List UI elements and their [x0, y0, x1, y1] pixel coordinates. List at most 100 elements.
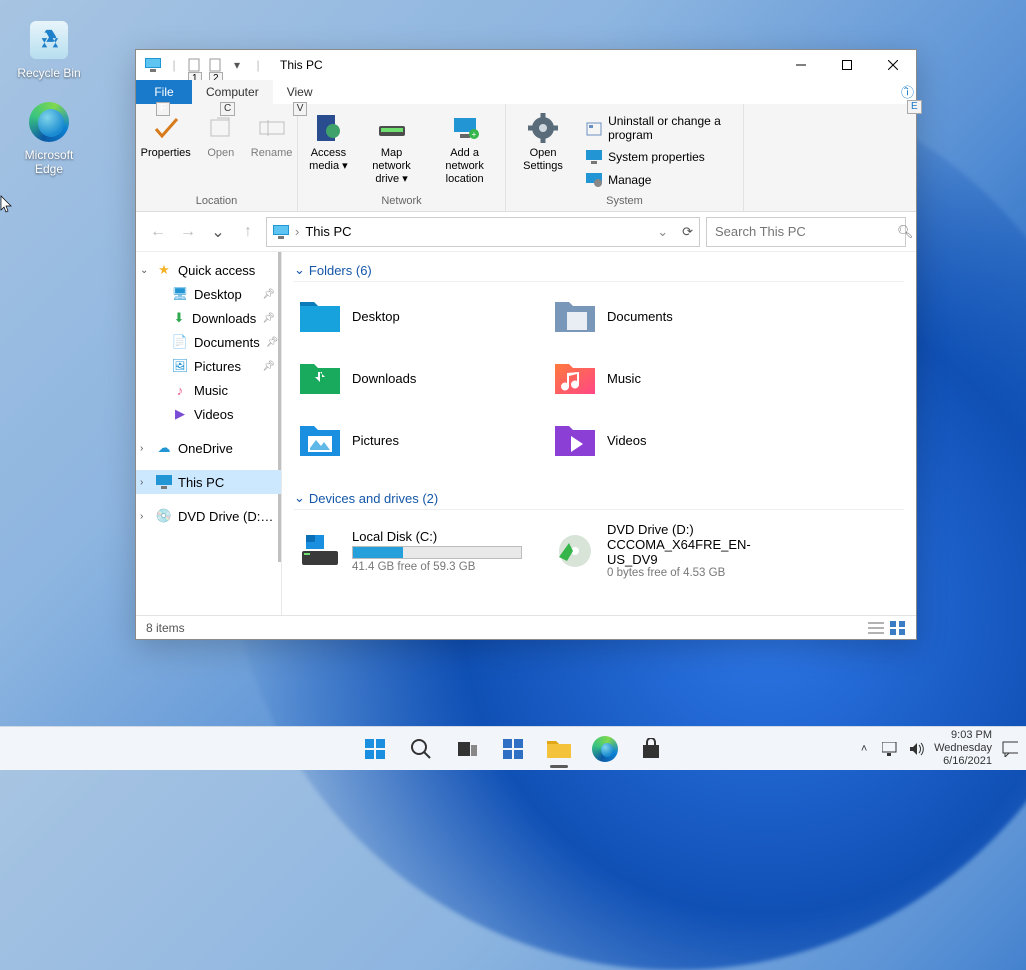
- manage-button[interactable]: Manage: [582, 170, 741, 190]
- chevron-down-icon: ⌄: [294, 490, 305, 506]
- close-button[interactable]: [870, 51, 916, 80]
- star-icon: ★: [156, 262, 172, 278]
- address-bar[interactable]: › This PC ⌄ ⟳: [266, 217, 700, 247]
- folder-music[interactable]: Music: [549, 352, 804, 404]
- sidebar-quick-access[interactable]: ⌄ ★ Quick access: [136, 258, 281, 282]
- separator-icon: |: [249, 56, 267, 74]
- volume-icon[interactable]: [908, 741, 924, 757]
- add-location-button[interactable]: + Add a network location: [426, 108, 503, 193]
- maximize-button[interactable]: [824, 51, 870, 80]
- drive-local-c[interactable]: Local Disk (C:) 41.4 GB free of 59.3 GB: [294, 518, 549, 583]
- search-box[interactable]: 🔍︎: [706, 217, 906, 247]
- tab-file[interactable]: File F: [136, 80, 192, 104]
- drives-section-header[interactable]: ⌄Devices and drives (2): [294, 490, 904, 510]
- uninstall-button[interactable]: Uninstall or change a program: [582, 112, 741, 144]
- manage-icon: [586, 172, 602, 188]
- desktop-icon-label: Recycle Bin: [17, 66, 80, 80]
- folder-pictures[interactable]: Pictures: [294, 414, 549, 466]
- store-button[interactable]: [630, 728, 672, 770]
- help-icon[interactable]: ⓘ E: [901, 82, 914, 101]
- properties-button[interactable]: Properties: [135, 108, 197, 193]
- access-media-button[interactable]: Access media ▾: [300, 108, 357, 193]
- sidebar-item-desktop[interactable]: 🖥Desktop📌︎: [136, 282, 281, 306]
- chevron-right-icon[interactable]: ›: [140, 477, 143, 488]
- desktop-icon: 🖥: [172, 286, 188, 302]
- sidebar-item-documents[interactable]: 📄Documents📌︎: [136, 330, 281, 354]
- window-title: This PC: [280, 58, 323, 72]
- sidebar-item-music[interactable]: ♪Music: [136, 378, 281, 402]
- open-settings-button[interactable]: Open Settings: [508, 108, 578, 193]
- minimize-button[interactable]: [778, 51, 824, 80]
- task-view-button[interactable]: [446, 728, 488, 770]
- chevron-right-icon[interactable]: ›: [140, 511, 143, 522]
- taskbar[interactable]: ˄ 9:03 PM Wednesday 6/16/2021: [0, 726, 1026, 770]
- chevron-down-icon[interactable]: ⌄: [140, 265, 148, 276]
- sidebar-item-downloads[interactable]: ⬇Downloads📌︎: [136, 306, 281, 330]
- ribbon-group-label: System: [606, 193, 643, 209]
- breadcrumb[interactable]: This PC: [305, 224, 351, 239]
- drive-dvd-d[interactable]: DVD Drive (D:) CCCOMA_X64FRE_EN-US_DV9 0…: [549, 518, 804, 583]
- map-drive-button[interactable]: Map network drive ▾: [357, 108, 426, 193]
- up-button[interactable]: ↑: [236, 220, 260, 244]
- qat-icon[interactable]: 2: [207, 56, 225, 74]
- folders-section-header[interactable]: ⌄Folders (6): [294, 262, 904, 282]
- chevron-down-icon[interactable]: ▾: [228, 56, 246, 74]
- sidebar-item-videos[interactable]: ▶Videos: [136, 402, 281, 426]
- open-button: Open: [197, 108, 245, 193]
- folder-icon: [553, 294, 597, 338]
- show-hidden-button[interactable]: ˄: [856, 741, 872, 757]
- back-button[interactable]: ←: [146, 220, 170, 244]
- music-icon: ♪: [172, 382, 188, 398]
- ribbon-group-label: Location: [196, 193, 238, 209]
- desktop-icon-edge[interactable]: Microsoft Edge: [12, 100, 86, 176]
- details-view-button[interactable]: [868, 621, 884, 635]
- folder-icon: [298, 418, 342, 462]
- this-pc-icon: [273, 225, 289, 239]
- gear-icon: [528, 111, 558, 145]
- sidebar: ⌄ ★ Quick access 🖥Desktop📌︎ ⬇Downloads📌︎…: [136, 252, 282, 615]
- start-button[interactable]: [354, 728, 396, 770]
- tab-computer[interactable]: Computer C: [192, 80, 273, 104]
- folder-documents[interactable]: Documents: [549, 290, 804, 342]
- desktop-icon-label: Microsoft Edge: [25, 148, 74, 176]
- this-pc-icon: [144, 56, 162, 74]
- sidebar-onedrive[interactable]: ›☁OneDrive: [136, 436, 281, 460]
- ribbon-group-label: Network: [381, 193, 421, 209]
- folder-desktop[interactable]: Desktop: [294, 290, 549, 342]
- chevron-right-icon[interactable]: ›: [140, 443, 143, 454]
- cloud-icon: ☁: [156, 440, 172, 456]
- drive-icon: [298, 529, 342, 573]
- chevron-down-icon[interactable]: ⌄: [657, 224, 668, 240]
- widgets-button[interactable]: [492, 728, 534, 770]
- forward-button[interactable]: →: [176, 220, 200, 244]
- checkmark-icon: [152, 111, 180, 145]
- tab-view[interactable]: View V: [273, 80, 327, 104]
- file-explorer-window: | 1 2 ▾ | This PC File F Computer C View…: [135, 49, 917, 640]
- sidebar-dvd[interactable]: ›💿DVD Drive (D:) CC: [136, 504, 281, 528]
- folder-videos[interactable]: Videos: [549, 414, 804, 466]
- qat-icon[interactable]: 1: [186, 56, 204, 74]
- file-explorer-button[interactable]: [538, 728, 580, 770]
- open-icon: [209, 111, 233, 145]
- network-icon[interactable]: [882, 741, 898, 757]
- edge-button[interactable]: [584, 728, 626, 770]
- content-pane: ⌄Folders (6) Desktop Documents Downloads…: [282, 252, 916, 615]
- system-properties-button[interactable]: System properties: [582, 147, 741, 167]
- search-button[interactable]: [400, 728, 442, 770]
- clock[interactable]: 9:03 PM Wednesday 6/16/2021: [934, 729, 992, 768]
- sidebar-item-pictures[interactable]: 🖼Pictures📌︎: [136, 354, 281, 378]
- desktop-icon-recycle-bin[interactable]: Recycle Bin: [12, 18, 86, 80]
- icons-view-button[interactable]: [890, 621, 906, 635]
- titlebar[interactable]: | 1 2 ▾ | This PC: [136, 50, 916, 80]
- video-icon: ▶: [172, 406, 188, 422]
- folder-downloads[interactable]: Downloads: [294, 352, 549, 404]
- history-dropdown[interactable]: ⌄: [206, 220, 230, 244]
- storage-bar: [352, 546, 522, 559]
- drive-icon: [377, 111, 407, 145]
- search-input[interactable]: [715, 224, 891, 239]
- search-icon[interactable]: 🔍︎: [897, 224, 914, 240]
- folder-icon: [298, 294, 342, 338]
- notifications-button[interactable]: [1002, 741, 1018, 757]
- refresh-button[interactable]: ⟳: [682, 224, 693, 240]
- sidebar-this-pc[interactable]: ›This PC: [136, 470, 281, 494]
